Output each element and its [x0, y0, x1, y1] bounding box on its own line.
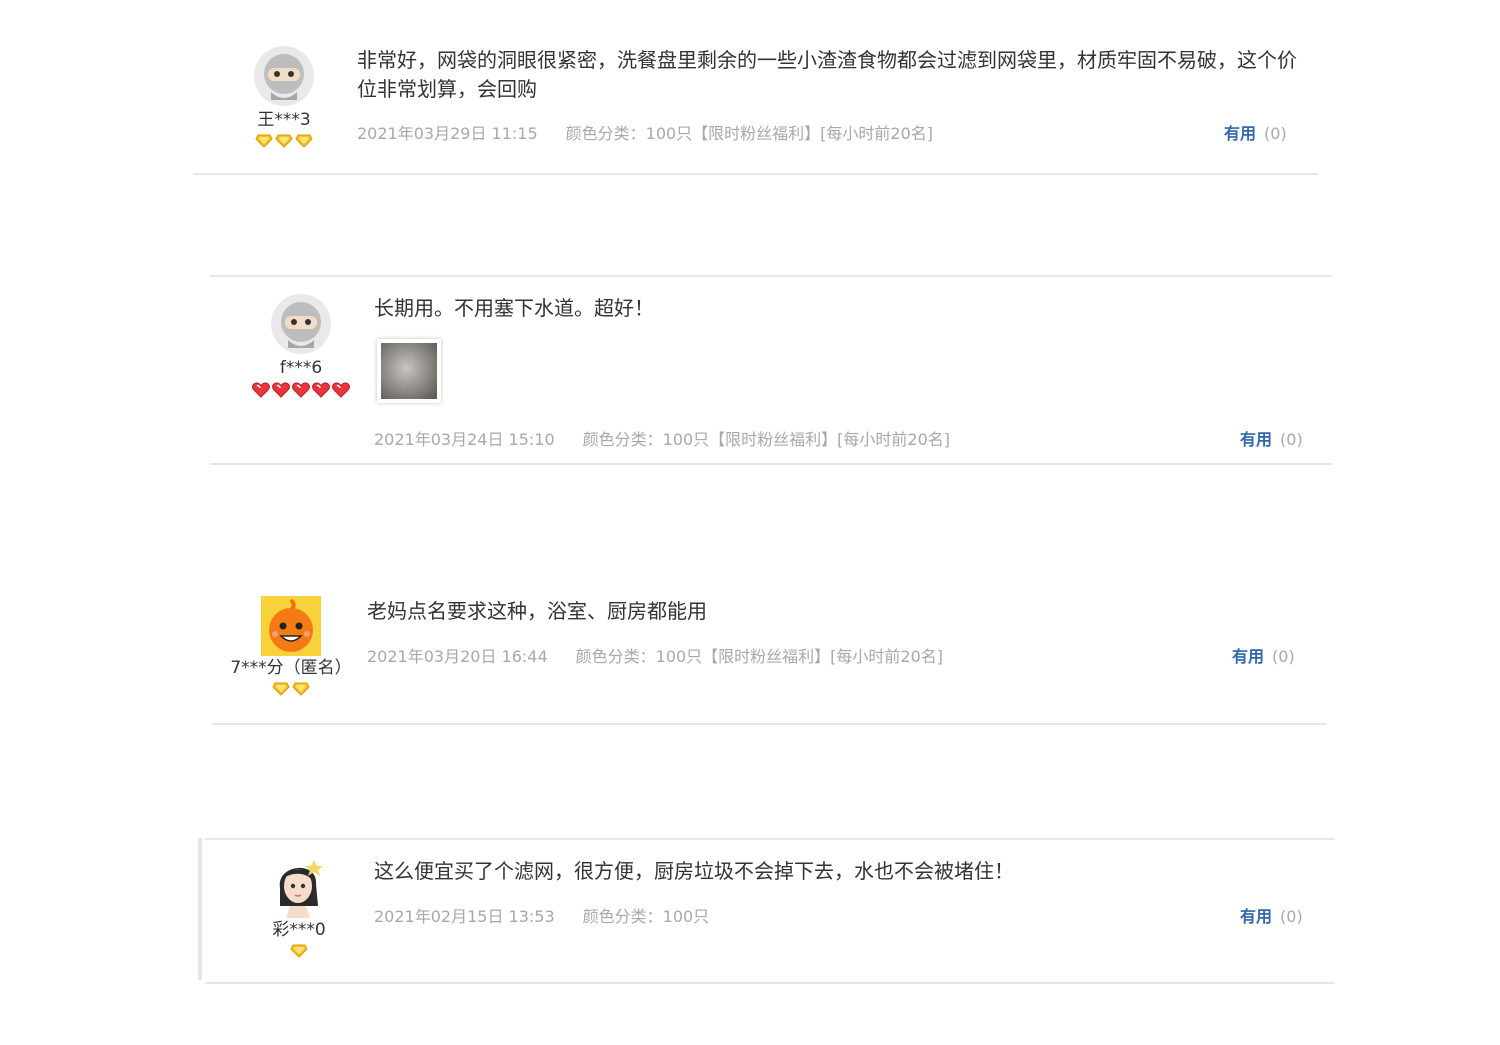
ninja-avatar-icon[interactable] [270, 292, 332, 356]
useful-label[interactable]: 有用 [1240, 430, 1272, 449]
useful-label[interactable]: 有用 [1224, 124, 1256, 143]
review-date: 2021年03月20日 16:44 [367, 647, 548, 666]
review-date: 2021年03月29日 11:15 [357, 124, 538, 143]
review-date: 2021年02月15日 13:53 [374, 907, 555, 926]
reviewer-name[interactable]: f***6 [236, 358, 366, 378]
useful-button[interactable]: 有用 (0) [1224, 120, 1287, 144]
reviewer-name[interactable]: 7***分（匿名） [216, 658, 366, 678]
review-photo-image [381, 343, 437, 399]
reviewer-name[interactable]: 彩***0 [234, 920, 364, 940]
gold-diamond-icon [275, 134, 293, 148]
useful-count: (0) [1280, 907, 1303, 926]
review-divider [193, 173, 1318, 175]
review-sku: 颜色分类：100只 [582, 907, 710, 926]
useful-button[interactable]: 有用 (0) [1232, 643, 1295, 667]
gold-diamond-icon [292, 682, 310, 696]
reviewer-info: 7***分（匿名） [216, 596, 366, 696]
review-text: 这么便宜买了个滤网，很方便，厨房垃圾不会掉下去，水也不会被堵住！ [374, 859, 1014, 883]
gold-diamond-icon [295, 134, 313, 148]
buyer-level [236, 382, 366, 398]
review-sku: 颜色分类：100只【限时粉丝福利】[每小时前20名] [575, 647, 944, 666]
review-meta: 2021年02月15日 13:53 颜色分类：100只 [374, 903, 709, 927]
useful-count: (0) [1272, 647, 1295, 666]
buyer-level [216, 682, 366, 696]
taobao-mascot-avatar-icon[interactable] [261, 596, 321, 656]
red-heart-icon [292, 382, 310, 398]
useful-label[interactable]: 有用 [1232, 647, 1264, 666]
reviewer-info: 王***3 [219, 44, 349, 148]
reviewer-info: 彩***0 [234, 854, 364, 958]
useful-count: (0) [1264, 124, 1287, 143]
review-sku: 颜色分类：100只【限时粉丝福利】[每小时前20名] [565, 124, 934, 143]
gold-diamond-icon [272, 682, 290, 696]
useful-button[interactable]: 有用 (0) [1240, 426, 1303, 450]
gold-diamond-icon [290, 944, 308, 958]
review-meta: 2021年03月24日 15:10 颜色分类：100只【限时粉丝福利】[每小时前2… [374, 426, 950, 450]
useful-button[interactable]: 有用 (0) [1240, 903, 1303, 927]
red-heart-icon [272, 382, 290, 398]
ninja-avatar-icon[interactable] [253, 44, 315, 108]
review-text: 长期用。不用塞下水道。超好！ [374, 296, 654, 320]
red-heart-icon [332, 382, 350, 398]
review-photo-thumbnail[interactable] [377, 339, 441, 403]
reviewer-info: f***6 [236, 292, 366, 398]
review-divider [205, 838, 1335, 840]
buyer-level [219, 134, 349, 148]
review-divider [210, 463, 1332, 465]
girl-avatar-icon[interactable] [268, 854, 330, 918]
review-text: 非常好，网袋的洞眼很紧密，洗餐盘里剩余的一些小渣渣食物都会过滤到网袋里，材质牢固… [357, 48, 1297, 101]
buyer-level [234, 944, 364, 958]
red-heart-icon [312, 382, 330, 398]
review-text: 老妈点名要求这种，浴室、厨房都能用 [367, 599, 707, 623]
reviewer-name[interactable]: 王***3 [219, 110, 349, 130]
review-date: 2021年03月24日 15:10 [374, 430, 555, 449]
review-meta: 2021年03月29日 11:15 颜色分类：100只【限时粉丝福利】[每小时前2… [357, 120, 933, 144]
review-divider [212, 723, 1327, 725]
review-divider [210, 275, 1332, 277]
useful-label[interactable]: 有用 [1240, 907, 1272, 926]
useful-count: (0) [1280, 430, 1303, 449]
red-heart-icon [252, 382, 270, 398]
gold-diamond-icon [255, 134, 273, 148]
review-border [198, 838, 202, 980]
review-meta: 2021年03月20日 16:44 颜色分类：100只【限时粉丝福利】[每小时前2… [367, 643, 943, 667]
review-sku: 颜色分类：100只【限时粉丝福利】[每小时前20名] [582, 430, 951, 449]
review-divider [205, 982, 1335, 984]
